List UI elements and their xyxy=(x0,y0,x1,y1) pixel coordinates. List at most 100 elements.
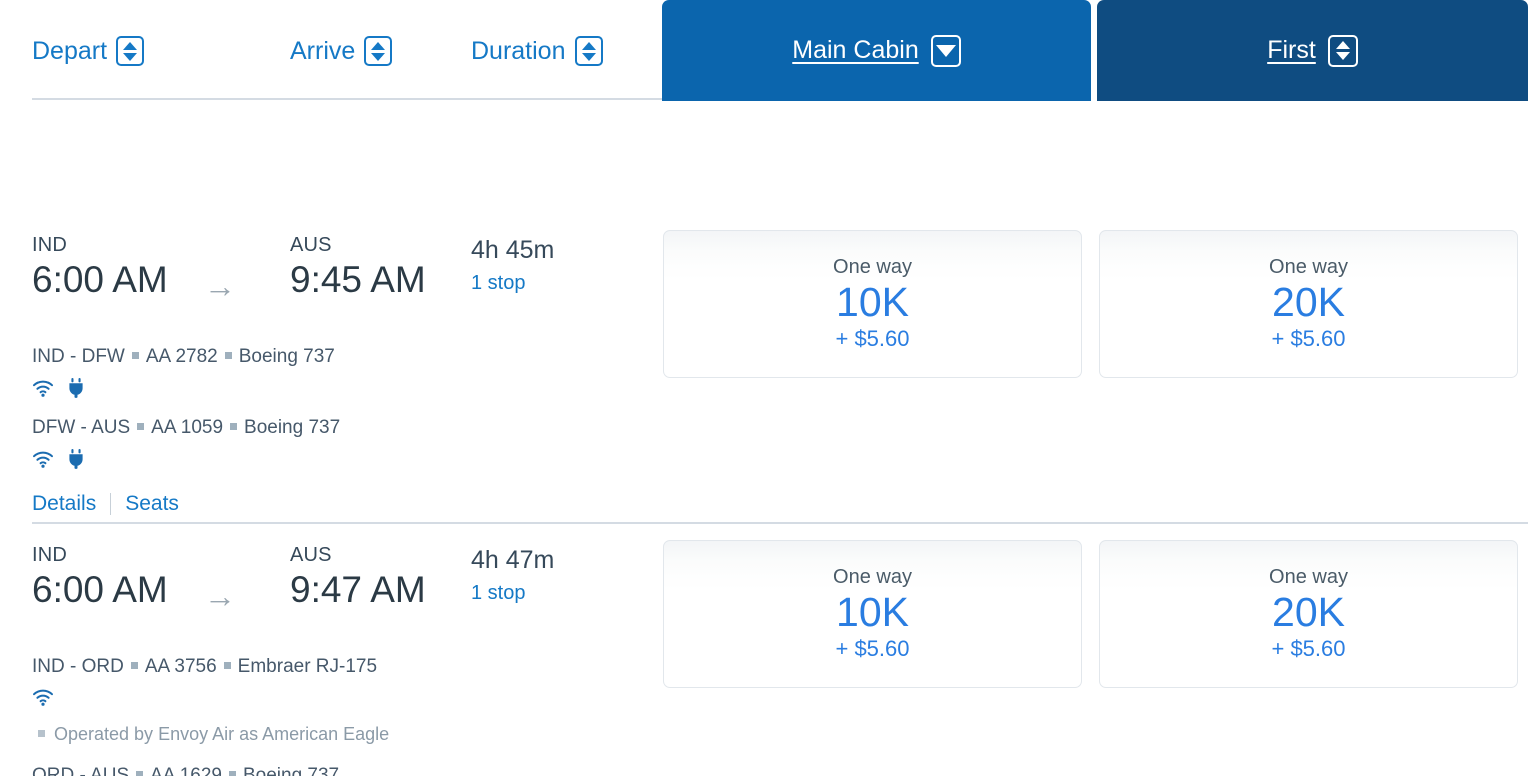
triangle-up-icon xyxy=(123,41,138,50)
segment-info: IND - DFW AA 2782 Boeing 737 xyxy=(32,346,335,368)
price-card-label: One way xyxy=(1269,255,1348,278)
sort-updown-icon[interactable] xyxy=(574,36,603,66)
price-card-label: One way xyxy=(833,565,912,588)
arrive-block: AUS 9:47 AM xyxy=(290,544,426,611)
triangle-down-icon xyxy=(371,52,386,61)
operated-by-note: Operated by Envoy Air as American Eagle xyxy=(38,724,389,745)
details-link[interactable]: Details xyxy=(32,492,96,516)
segment-amenities xyxy=(32,378,84,403)
depart-time: 6:00 AM xyxy=(32,569,168,610)
arrive-airport-code: AUS xyxy=(290,544,332,566)
segment-route: ORD - AUS xyxy=(32,765,130,776)
triangle-down-icon xyxy=(1335,52,1350,60)
sort-header-arrive-label: Arrive xyxy=(290,36,356,65)
row-divider xyxy=(32,522,1528,524)
arrive-time: 9:45 AM xyxy=(290,259,426,300)
depart-airport-code: IND xyxy=(32,544,68,566)
sort-header-depart-label: Depart xyxy=(32,36,108,65)
segment-aircraft: Boeing 737 xyxy=(238,346,335,367)
duration-block: 4h 47m 1 stop xyxy=(471,546,554,605)
depart-block: IND 6:00 AM xyxy=(32,234,168,301)
cabin-tab-first-label: First xyxy=(1267,36,1316,64)
sort-header-duration-label: Duration xyxy=(471,36,566,65)
segment-info: IND - ORD AA 3756 Embraer RJ-175 xyxy=(32,656,377,678)
operated-by-text: Operated by Envoy Air as American Eagle xyxy=(54,724,390,744)
segment-aircraft: Embraer RJ-175 xyxy=(237,656,378,677)
bullet-separator xyxy=(136,771,144,776)
stops-link[interactable]: 1 stop xyxy=(471,272,554,295)
wifi-icon xyxy=(32,450,54,473)
duration-value: 4h 47m xyxy=(471,546,555,574)
bullet-separator xyxy=(130,662,138,669)
cabin-tab-main-cabin[interactable]: Main Cabin xyxy=(662,0,1091,101)
price-card-first[interactable]: One way 20K + $5.60 xyxy=(1099,540,1518,688)
sort-header-duration[interactable]: Duration xyxy=(471,36,603,66)
arrow-right-icon: → xyxy=(204,268,236,304)
depart-block: IND 6:00 AM xyxy=(32,544,168,611)
row-links: Details Seats xyxy=(32,492,179,516)
wifi-icon xyxy=(32,688,54,711)
bullet-separator xyxy=(230,423,238,430)
triangle-down-icon xyxy=(581,52,596,61)
segment-route: IND - DFW xyxy=(32,346,125,367)
segment-amenities xyxy=(32,688,54,711)
price-card-fee: + $5.60 xyxy=(835,636,910,662)
bullet-separator xyxy=(137,423,145,430)
triangle-up-icon xyxy=(581,41,596,50)
price-card-miles: 20K xyxy=(1272,278,1345,325)
link-divider xyxy=(110,493,112,515)
power-outlet-icon xyxy=(68,449,84,474)
triangle-up-icon xyxy=(1335,41,1350,49)
segment-amenities xyxy=(32,449,84,474)
sort-column-headers: Depart Arrive Duration xyxy=(0,0,662,110)
wifi-icon xyxy=(32,379,54,402)
price-card-miles: 20K xyxy=(1272,588,1345,635)
bullet-separator xyxy=(223,662,231,669)
segment-flight-number: AA 1059 xyxy=(151,417,224,438)
triangle-up-icon xyxy=(371,41,386,50)
bullet-separator xyxy=(38,730,45,737)
segment-info: DFW - AUS AA 1059 Boeing 737 xyxy=(32,417,340,439)
sort-down-icon[interactable] xyxy=(930,34,961,67)
depart-airport-code: IND xyxy=(32,234,68,256)
stops-link[interactable]: 1 stop xyxy=(471,582,554,605)
price-card-main-cabin[interactable]: One way 10K + $5.60 xyxy=(663,230,1082,378)
triangle-down-icon xyxy=(935,44,956,57)
arrow-right-icon: → xyxy=(204,578,236,614)
bullet-separator xyxy=(228,771,236,776)
sort-updown-icon[interactable] xyxy=(364,36,393,66)
flight-results-page: Depart Arrive Duration Main Cabin First … xyxy=(0,0,1536,776)
bullet-separator xyxy=(224,352,232,359)
segment-route: IND - ORD xyxy=(32,656,124,677)
depart-time: 6:00 AM xyxy=(32,259,168,300)
header-divider xyxy=(32,98,662,100)
price-card-fee: + $5.60 xyxy=(1271,636,1346,662)
segment-flight-number: AA 2782 xyxy=(145,346,218,367)
power-outlet-icon xyxy=(68,378,84,403)
segment-aircraft: Boeing 737 xyxy=(244,417,341,438)
segment-aircraft: Boeing 737 xyxy=(242,765,340,776)
price-card-fee: + $5.60 xyxy=(835,326,910,352)
duration-block: 4h 45m 1 stop xyxy=(471,236,554,295)
seats-link[interactable]: Seats xyxy=(125,492,179,516)
sort-header-arrive[interactable]: Arrive xyxy=(290,36,393,66)
price-card-first[interactable]: One way 20K + $5.60 xyxy=(1099,230,1518,378)
sort-header-depart[interactable]: Depart xyxy=(32,36,145,66)
arrive-time: 9:47 AM xyxy=(290,569,426,610)
triangle-down-icon xyxy=(123,52,138,61)
segment-route: DFW - AUS xyxy=(32,417,131,438)
segment-flight-number: AA 1629 xyxy=(150,765,222,776)
price-card-miles: 10K xyxy=(836,278,909,325)
price-card-fee: + $5.60 xyxy=(1271,326,1346,352)
results-header: Depart Arrive Duration Main Cabin First xyxy=(0,0,1536,110)
sort-updown-icon[interactable] xyxy=(1327,34,1358,67)
price-card-main-cabin[interactable]: One way 10K + $5.60 xyxy=(663,540,1082,688)
arrive-airport-code: AUS xyxy=(290,234,332,256)
price-card-label: One way xyxy=(833,255,912,278)
segment-flight-number: AA 3756 xyxy=(144,656,217,677)
bullet-separator xyxy=(131,352,139,359)
sort-updown-icon[interactable] xyxy=(116,36,145,66)
price-card-miles: 10K xyxy=(836,588,909,635)
cabin-tab-first[interactable]: First xyxy=(1097,0,1528,101)
duration-value: 4h 45m xyxy=(471,236,555,264)
